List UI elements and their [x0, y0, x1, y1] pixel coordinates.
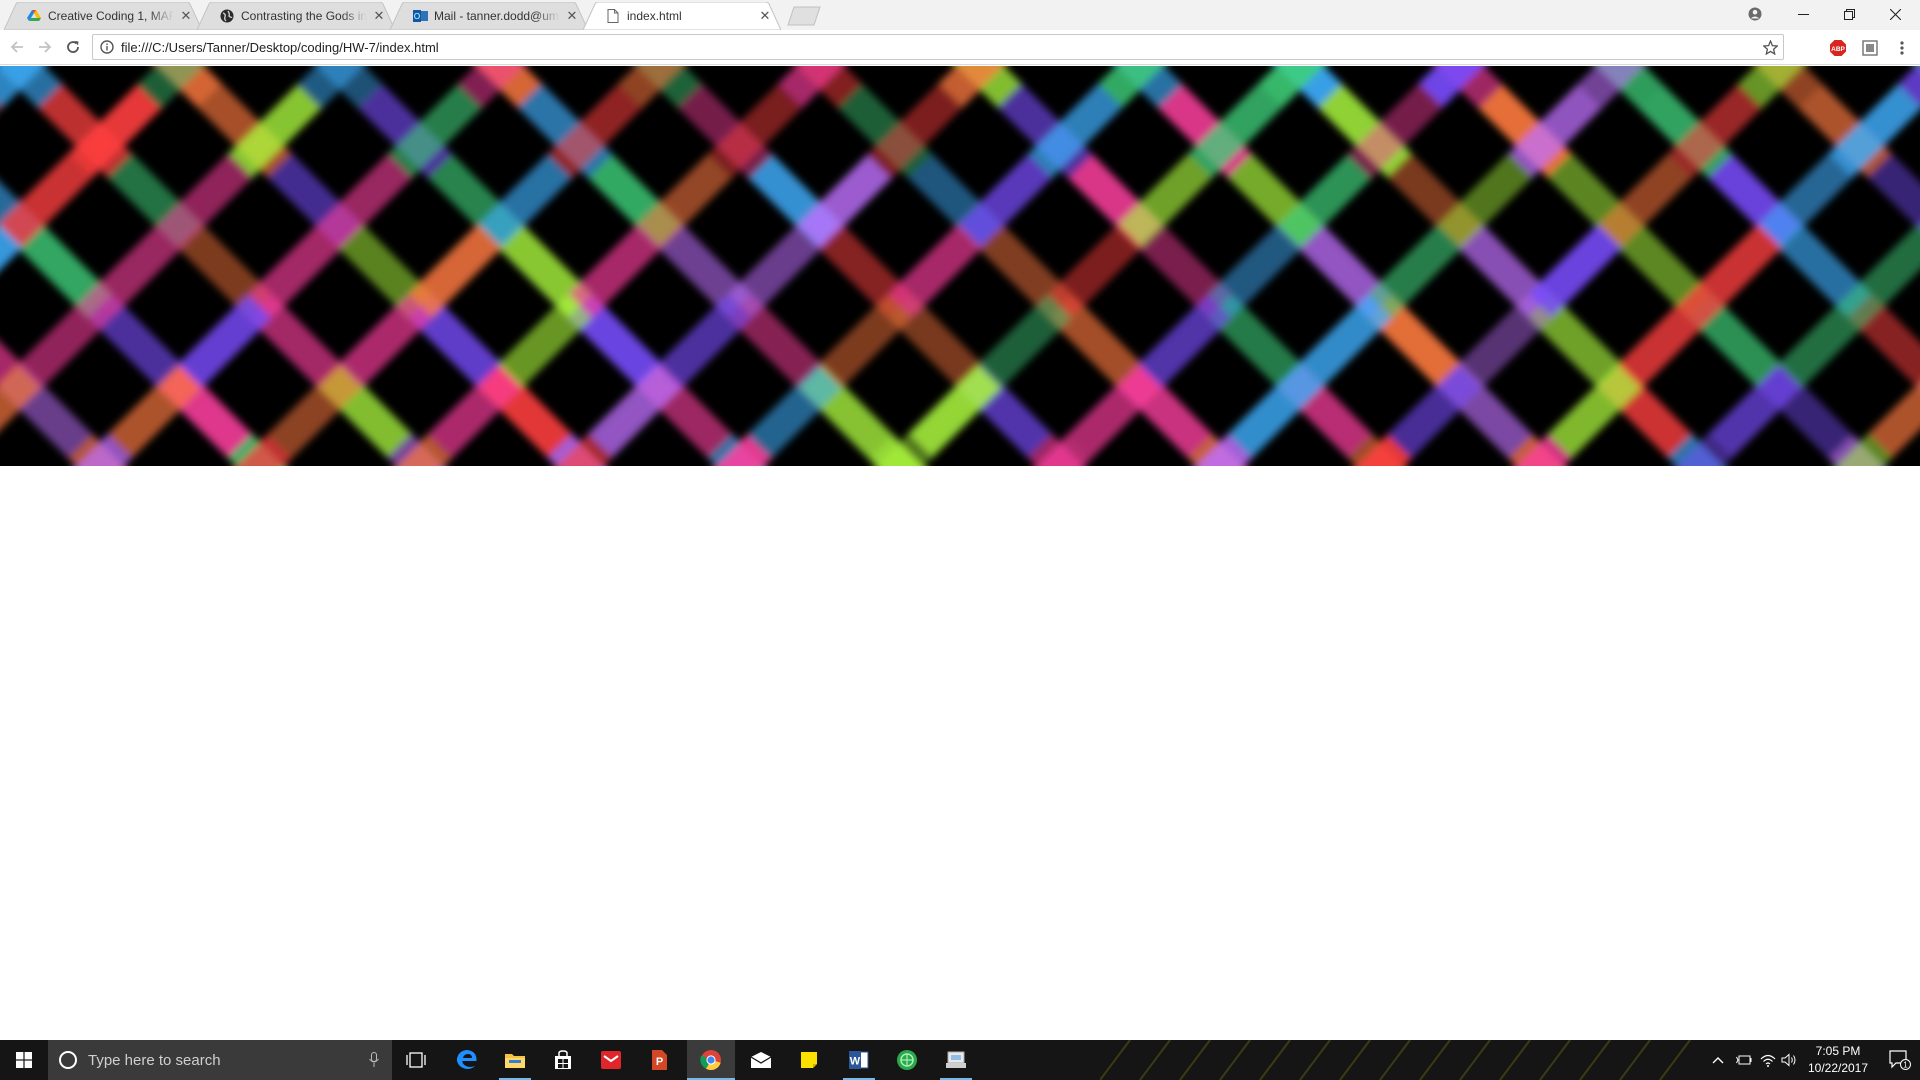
- globe-icon: [219, 8, 235, 24]
- page-viewport: [0, 66, 1920, 1040]
- forward-button[interactable]: [32, 35, 58, 59]
- tab-mail[interactable]: O Mail - tanner.dodd@um ✕: [390, 2, 588, 30]
- profile-icon[interactable]: [1732, 0, 1778, 28]
- restore-button[interactable]: [1826, 0, 1872, 28]
- close-window-button[interactable]: [1872, 0, 1918, 28]
- taskbar-search-box[interactable]: Type here to search: [48, 1040, 392, 1080]
- browser-tab-strip: Creative Coding 1, MART ✕ Contrasting th…: [0, 0, 1920, 30]
- powerpoint-icon[interactable]: P: [635, 1040, 683, 1080]
- google-drive-icon: [26, 8, 42, 24]
- new-tab-button[interactable]: [786, 6, 822, 26]
- tab-contrasting-gods[interactable]: Contrasting the Gods in t ✕: [197, 2, 395, 30]
- wifi-icon[interactable]: [1756, 1040, 1780, 1080]
- extension-icon[interactable]: [1859, 37, 1881, 59]
- file-explorer-icon[interactable]: [491, 1040, 539, 1080]
- cortana-icon: [48, 1050, 88, 1070]
- svg-text:W: W: [850, 1056, 861, 1068]
- menu-icon[interactable]: [1891, 37, 1913, 59]
- page-icon: [605, 8, 621, 24]
- browser-toolbar: file:///C:/Users/Tanner/Desktop/coding/H…: [0, 30, 1920, 65]
- adblock-plus-icon[interactable]: ABP: [1827, 37, 1849, 59]
- search-placeholder: Type here to search: [88, 1051, 221, 1069]
- stripe-segment: [1897, 66, 1920, 107]
- minimize-button[interactable]: [1780, 0, 1826, 28]
- address-bar[interactable]: file:///C:/Users/Tanner/Desktop/coding/H…: [92, 34, 1784, 60]
- close-icon[interactable]: ✕: [564, 8, 580, 24]
- microphone-icon[interactable]: [356, 1052, 392, 1068]
- clock-date: 10/22/2017: [1807, 1061, 1869, 1075]
- url-text[interactable]: file:///C:/Users/Tanner/Desktop/coding/H…: [121, 40, 1757, 55]
- taskbar-wallpaper-texture: [1100, 1040, 1691, 1080]
- mail-icon[interactable]: [737, 1040, 785, 1080]
- tab-title: index.html: [627, 9, 682, 23]
- app-green-icon[interactable]: [883, 1040, 931, 1080]
- task-view-icon[interactable]: [392, 1040, 440, 1080]
- tab-index-html[interactable]: index.html ✕: [583, 2, 781, 30]
- system-clock[interactable]: 7:05 PM 10/22/2017: [1798, 1040, 1878, 1080]
- tab-title: Creative Coding 1, MART: [48, 9, 174, 23]
- close-icon[interactable]: ✕: [371, 8, 387, 24]
- tab-title: Contrasting the Gods in t: [241, 9, 367, 23]
- edge-icon[interactable]: [443, 1040, 491, 1080]
- store-icon[interactable]: [539, 1040, 587, 1080]
- info-icon[interactable]: [93, 40, 121, 54]
- action-center-icon[interactable]: 1: [1880, 1040, 1920, 1080]
- clock-time: 7:05 PM: [1815, 1044, 1861, 1058]
- generative-sketch-canvas: [0, 66, 1920, 466]
- network-app-icon[interactable]: [932, 1040, 980, 1080]
- svg-text:ABP: ABP: [1831, 46, 1845, 53]
- word-icon[interactable]: W: [835, 1040, 883, 1080]
- tab-creative-coding[interactable]: Creative Coding 1, MART ✕: [4, 2, 202, 30]
- svg-text:O: O: [413, 12, 419, 21]
- sticky-notes-icon[interactable]: [785, 1040, 833, 1080]
- battery-power-icon[interactable]: [1732, 1040, 1756, 1080]
- svg-text:P: P: [656, 1056, 663, 1068]
- outlook-icon: O: [412, 8, 428, 24]
- reload-button[interactable]: [60, 35, 86, 59]
- close-icon[interactable]: ✕: [178, 8, 194, 24]
- notification-count: 1: [1903, 1061, 1908, 1070]
- mail-red-icon[interactable]: [587, 1040, 635, 1080]
- tab-title: Mail - tanner.dodd@um: [434, 9, 559, 23]
- chevron-up-icon[interactable]: [1706, 1040, 1730, 1080]
- windows-taskbar: Type here to search P W 7:05 PM 10/22/20…: [0, 1040, 1920, 1080]
- bookmark-star-icon[interactable]: [1757, 39, 1783, 55]
- chrome-icon[interactable]: [687, 1040, 735, 1080]
- windows-start-button[interactable]: [0, 1040, 48, 1080]
- volume-icon[interactable]: [1778, 1040, 1800, 1080]
- back-button[interactable]: [4, 35, 30, 59]
- close-icon[interactable]: ✕: [757, 8, 773, 24]
